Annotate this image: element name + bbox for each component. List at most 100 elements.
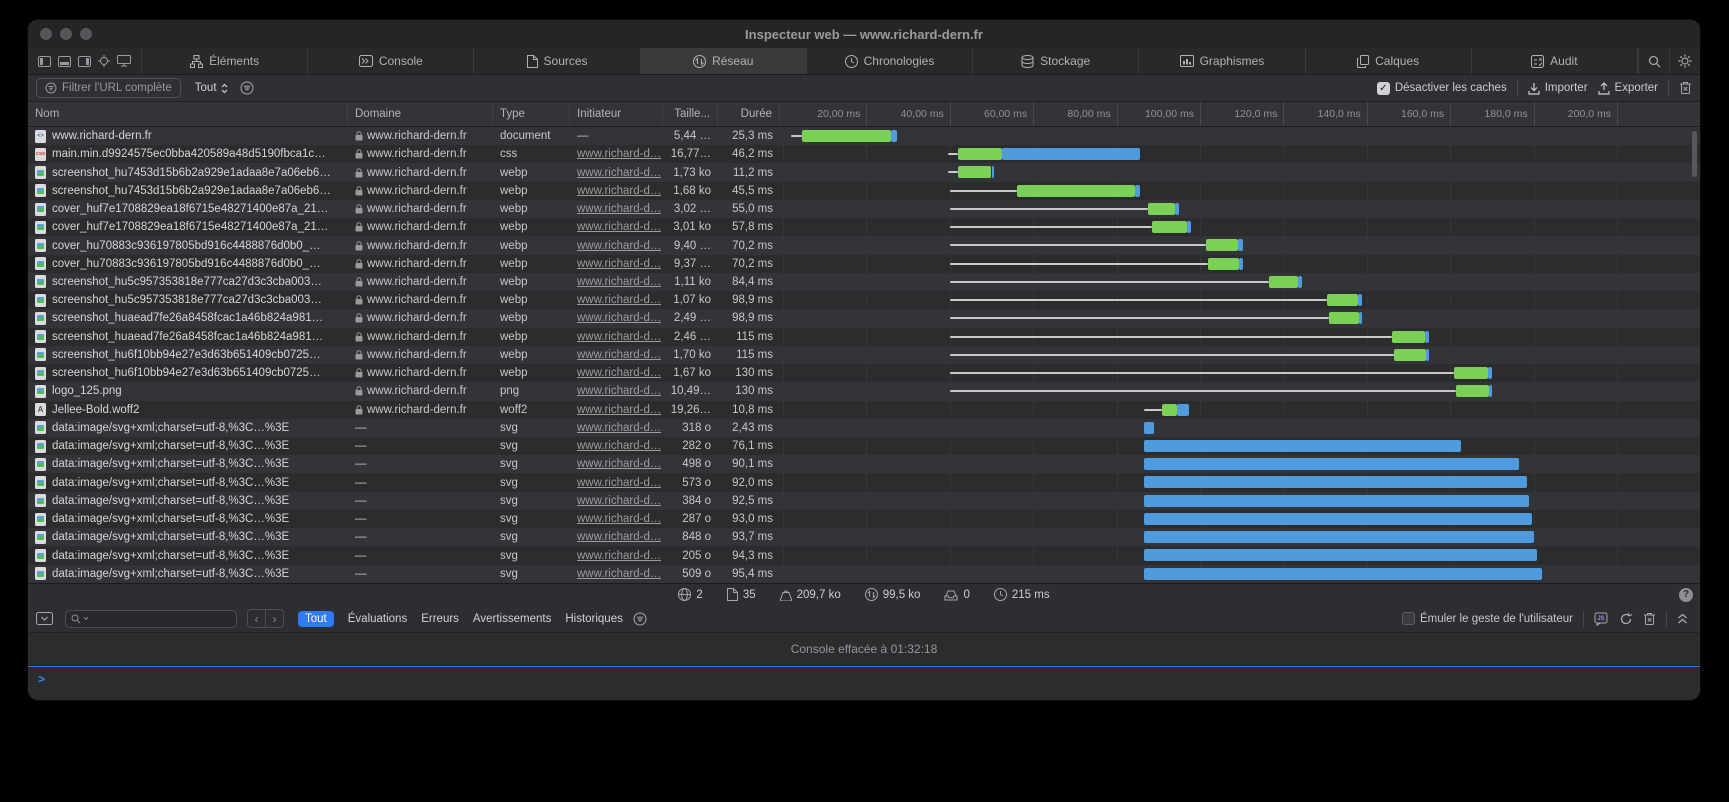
initiator-link[interactable]: www.richard-d… xyxy=(577,185,661,197)
network-request-row[interactable]: cover_huf7e1708829ea18f6715e48271400e87a… xyxy=(28,218,1700,236)
network-request-row[interactable]: data:image/svg+xml;charset=utf-8,%3C…%3E… xyxy=(28,510,1700,528)
tab-sources[interactable]: Sources xyxy=(474,48,640,74)
network-request-row[interactable]: logo_125.pngwww.richard-dern.frpngwww.ri… xyxy=(28,382,1700,400)
initiator-link[interactable]: www.richard-d… xyxy=(577,495,661,507)
column-header-type[interactable]: Type xyxy=(493,102,570,126)
previous-result-button[interactable]: ‹ xyxy=(247,609,265,628)
export-button[interactable]: Exporter xyxy=(1598,82,1658,95)
tab-timelines[interactable]: Chronologies xyxy=(807,48,973,74)
network-request-row[interactable]: cover_huf7e1708829ea18f6715e48271400e87a… xyxy=(28,200,1700,218)
network-request-row[interactable]: data:image/svg+xml;charset=utf-8,%3C…%3E… xyxy=(28,437,1700,455)
network-request-row[interactable]: cover_hu70883c936197805bd916c4488876d0b0… xyxy=(28,255,1700,273)
network-request-row[interactable]: data:image/svg+xml;charset=utf-8,%3C…%3E… xyxy=(28,565,1700,583)
network-request-row[interactable]: <>www.richard-dern.frwww.richard-dern.fr… xyxy=(28,127,1700,145)
console-filter-icon[interactable] xyxy=(633,612,647,626)
network-request-row[interactable]: screenshot_huaead7fe26a8458fcac1a46b824a… xyxy=(28,328,1700,346)
initiator-link[interactable]: www.richard-d… xyxy=(577,148,661,160)
tab-graphics[interactable]: Graphismes xyxy=(1139,48,1305,74)
dock-right-icon[interactable] xyxy=(78,56,91,67)
network-request-row[interactable]: data:image/svg+xml;charset=utf-8,%3C…%3E… xyxy=(28,546,1700,564)
initiator-link[interactable]: www.richard-d… xyxy=(577,404,661,416)
tab-console[interactable]: Console xyxy=(308,48,474,74)
initiator-link[interactable]: www.richard-d… xyxy=(577,258,661,270)
javascript-context-icon[interactable]: JS xyxy=(1594,612,1609,626)
initiator-link[interactable]: www.richard-d… xyxy=(577,550,661,562)
network-request-row[interactable]: screenshot_hu6f10bb94e27e3d63b651409cb07… xyxy=(28,346,1700,364)
network-request-row[interactable]: screenshot_huaead7fe26a8458fcac1a46b824a… xyxy=(28,309,1700,327)
url-filter-input[interactable]: Filtrer l'URL complète xyxy=(36,78,181,98)
initiator-link[interactable]: www.richard-d… xyxy=(577,531,661,543)
initiator-link[interactable]: www.richard-d… xyxy=(577,568,661,580)
initiator-link[interactable]: www.richard-d… xyxy=(577,513,661,525)
tab-layers[interactable]: Calques xyxy=(1306,48,1472,74)
network-request-row[interactable]: data:image/svg+xml;charset=utf-8,%3C…%3E… xyxy=(28,492,1700,510)
initiator-link[interactable]: www.richard-d… xyxy=(577,240,661,252)
filter-options-icon[interactable] xyxy=(240,81,254,95)
search-icon[interactable] xyxy=(1638,48,1669,74)
tab-network[interactable]: Réseau xyxy=(641,48,807,74)
network-request-row[interactable]: data:image/svg+xml;charset=utf-8,%3C…%3E… xyxy=(28,473,1700,491)
network-request-row[interactable]: data:image/svg+xml;charset=utf-8,%3C…%3E… xyxy=(28,419,1700,437)
clear-console-icon[interactable] xyxy=(1643,612,1656,626)
refresh-icon[interactable] xyxy=(1619,612,1633,626)
initiator-link[interactable]: www.richard-d… xyxy=(577,276,661,288)
element-picker-icon[interactable] xyxy=(98,55,110,67)
image-file-icon xyxy=(35,421,46,434)
initiator-link[interactable]: www.richard-d… xyxy=(577,349,661,361)
expand-console-icon[interactable] xyxy=(1677,613,1688,625)
request-name: data:image/svg+xml;charset=utf-8,%3C…%3E xyxy=(52,422,289,434)
disable-caches-checkbox[interactable]: ✓ Désactiver les caches xyxy=(1377,82,1507,95)
column-header-size[interactable]: Taille... xyxy=(663,102,718,126)
column-header-domain[interactable]: Domaine xyxy=(348,102,493,126)
console-scope-evaluations[interactable]: Évaluations xyxy=(348,613,407,625)
network-request-row[interactable]: screenshot_hu6f10bb94e27e3d63b651409cb07… xyxy=(28,364,1700,382)
tab-elements[interactable]: Éléments xyxy=(142,48,308,74)
initiator-link[interactable]: www.richard-d… xyxy=(577,440,661,452)
initiator-link[interactable]: www.richard-d… xyxy=(577,331,661,343)
initiator-link[interactable]: www.richard-d… xyxy=(577,385,661,397)
column-header-duration[interactable]: Durée xyxy=(718,102,780,126)
network-request-row[interactable]: AJellee-Bold.woff2www.richard-dern.frwof… xyxy=(28,401,1700,419)
initiator-link[interactable]: www.richard-d… xyxy=(577,477,661,489)
device-settings-icon[interactable] xyxy=(117,55,131,67)
console-scope-historiques[interactable]: Historiques xyxy=(565,613,623,625)
initiator-link[interactable]: www.richard-d… xyxy=(577,167,661,179)
console-scope-erreurs[interactable]: Erreurs xyxy=(421,613,459,625)
network-request-row[interactable]: data:image/svg+xml;charset=utf-8,%3C…%3E… xyxy=(28,528,1700,546)
settings-gear-icon[interactable] xyxy=(1669,48,1700,74)
tab-audit[interactable]: Audit xyxy=(1472,48,1638,74)
console-scope-tout[interactable]: Tout xyxy=(298,611,334,627)
network-request-row[interactable]: screenshot_hu7453d15b6b2a929e1adaa8e7a06… xyxy=(28,182,1700,200)
tab-storage[interactable]: Stockage xyxy=(973,48,1139,74)
dock-left-icon[interactable] xyxy=(38,56,51,67)
dock-controls xyxy=(28,48,142,74)
waterfall-cell xyxy=(780,565,1700,583)
network-request-row[interactable]: screenshot_hu5c957353818e777ca27d3c3cba0… xyxy=(28,291,1700,309)
initiator-link[interactable]: www.richard-d… xyxy=(577,203,661,215)
collapse-console-icon[interactable] xyxy=(36,612,53,625)
network-request-row[interactable]: screenshot_hu5c957353818e777ca27d3c3cba0… xyxy=(28,273,1700,291)
next-result-button[interactable]: › xyxy=(265,609,284,628)
dock-bottom-icon[interactable] xyxy=(58,56,71,67)
initiator-link[interactable]: www.richard-d… xyxy=(577,221,661,233)
console-scope-avertissements[interactable]: Avertissements xyxy=(473,613,551,625)
emulate-user-gesture-checkbox[interactable]: Émuler le geste de l'utilisateur xyxy=(1402,612,1573,625)
initiator-link[interactable]: www.richard-d… xyxy=(577,367,661,379)
vertical-scrollbar[interactable] xyxy=(1692,131,1697,177)
initiator-link[interactable]: www.richard-d… xyxy=(577,458,661,470)
initiator-link[interactable]: www.richard-d… xyxy=(577,422,661,434)
clear-network-items-icon[interactable] xyxy=(1679,81,1692,95)
console-search-input[interactable] xyxy=(65,610,237,628)
help-button[interactable]: ? xyxy=(1679,588,1693,602)
network-request-row[interactable]: cssmain.min.d9924575ec0bba420589a48d5190… xyxy=(28,145,1700,163)
import-button[interactable]: Importer xyxy=(1528,82,1588,95)
column-header-name[interactable]: Nom xyxy=(28,102,348,126)
console-prompt[interactable]: > xyxy=(28,666,1700,691)
initiator-link[interactable]: www.richard-d… xyxy=(577,294,661,306)
resource-type-dropdown[interactable]: Tout xyxy=(195,82,228,94)
column-header-initiator[interactable]: Initiateur xyxy=(570,102,663,126)
network-request-row[interactable]: cover_hu70883c936197805bd916c4488876d0b0… xyxy=(28,236,1700,254)
initiator-link[interactable]: www.richard-d… xyxy=(577,312,661,324)
network-request-row[interactable]: data:image/svg+xml;charset=utf-8,%3C…%3E… xyxy=(28,455,1700,473)
network-request-row[interactable]: screenshot_hu7453d15b6b2a929e1adaa8e7a06… xyxy=(28,163,1700,181)
